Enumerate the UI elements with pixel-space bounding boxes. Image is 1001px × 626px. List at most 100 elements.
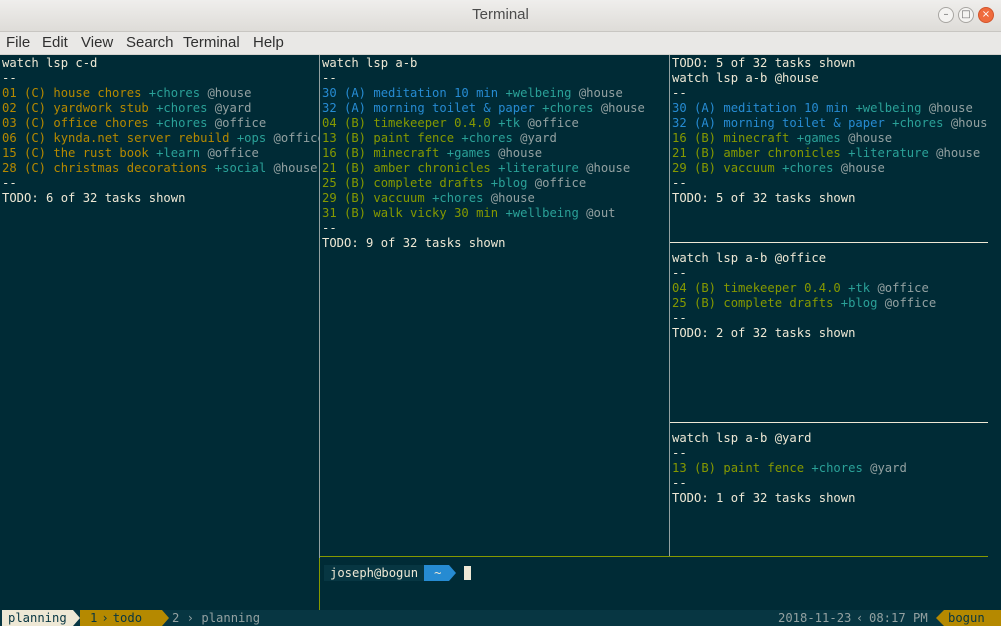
status-time: 08:17 PM: [869, 611, 928, 625]
task-project: +chores: [432, 191, 491, 205]
status-window-active[interactable]: 1 › todo: [80, 610, 162, 626]
pane-command: watch lsp a-b @office: [672, 251, 827, 265]
text-cursor[interactable]: [464, 566, 472, 580]
task-text: 15 (C) the rust book: [2, 146, 157, 160]
task-context: @office: [877, 281, 929, 295]
task-line: 30 (A) meditation 10 min +welbeing @hous…: [670, 101, 988, 116]
task-text: 32 (A) morning toilet & paper: [672, 116, 893, 130]
task-line: 29 (B) vaccuum +chores @house: [670, 161, 988, 176]
task-text: 29 (B) vaccuum: [322, 191, 433, 205]
pane-ab[interactable]: watch lsp a-b -- 30 (A) meditation 10 mi…: [320, 56, 669, 556]
task-text: 28 (C) christmas decorations: [2, 161, 215, 175]
window-name: planning: [201, 611, 261, 625]
close-icon[interactable]: ×: [978, 7, 994, 23]
task-context: @yard: [214, 101, 252, 115]
task-text: 32 (A) morning toilet & paper: [322, 101, 543, 115]
task-list: 30 (A) meditation 10 min +welbeing @hous…: [320, 86, 669, 221]
powerline-arrow-icon: [936, 610, 944, 626]
task-text: 21 (B) amber chronicles: [322, 161, 499, 175]
pane-house[interactable]: TODO: 5 of 32 tasks shown watch lsp a-b …: [670, 56, 988, 242]
task-line: 31 (B) walk vicky 30 min +wellbeing @out: [320, 206, 669, 221]
task-project: +chores: [148, 86, 208, 100]
status-hostname: bogun: [944, 610, 1001, 626]
pane-rule: --: [322, 71, 337, 85]
prompt-user-host: joseph@bogun: [324, 565, 425, 581]
pane-rule: --: [672, 476, 687, 490]
task-context: @office: [884, 296, 937, 310]
pane-footer: TODO: 2 of 32 tasks shown: [672, 326, 856, 340]
pane-footer: TODO: 6 of 32 tasks shown: [2, 191, 186, 205]
task-project: +wellbeing: [505, 206, 587, 220]
pane-cd[interactable]: watch lsp c-d -- 01 (C) house chores +ch…: [0, 56, 319, 556]
task-context: @yard: [520, 131, 557, 145]
task-context: @house: [490, 191, 535, 205]
pane-footer: TODO: 5 of 32 tasks shown: [672, 191, 856, 205]
menu-help[interactable]: Help: [253, 34, 284, 51]
task-line: 13 (B) paint fence +chores @yard: [320, 131, 669, 146]
task-text: 29 (B) vaccuum: [672, 161, 783, 175]
maximize-icon[interactable]: □: [958, 7, 974, 23]
task-text: 30 (A) meditation 10 min: [672, 101, 856, 115]
task-text: 16 (B) minecraft: [672, 131, 797, 145]
menu-file[interactable]: File: [6, 34, 30, 51]
status-date: 2018-11-23: [778, 611, 852, 625]
task-line: 29 (B) vaccuum +chores @house: [320, 191, 669, 206]
pane-divider: [670, 242, 988, 243]
menu-bar: File Edit View Search Terminal Help: [0, 32, 1001, 55]
task-list: 04 (B) timekeeper 0.4.0 +tk @office 25 (B…: [670, 281, 988, 311]
shell-prompt[interactable]: joseph@bogun ~: [324, 565, 472, 581]
task-line: 16 (B) minecraft +games @house: [320, 146, 669, 161]
task-text: 02 (C) yardwork stub: [2, 101, 157, 115]
window-titlebar[interactable]: Terminal – □ ×: [0, 0, 1001, 32]
menu-view[interactable]: View: [81, 34, 113, 51]
pane-footer: TODO: 1 of 32 tasks shown: [672, 491, 856, 505]
pane-divider-active: [319, 558, 320, 610]
task-context: @house: [273, 161, 318, 175]
chevron-left-icon: ‹: [856, 611, 864, 625]
task-line: 30 (A) meditation 10 min +welbeing @hous…: [320, 86, 669, 101]
tmux-status-bar: planning 1 › todo 2 › planning 2018-11-23 …: [0, 610, 1001, 626]
chevron-right-icon: ›: [179, 611, 202, 625]
task-project: +literature: [498, 161, 587, 175]
menu-search[interactable]: Search: [126, 34, 174, 51]
task-context: @house: [928, 101, 973, 115]
prompt-directory: ~: [424, 565, 450, 581]
task-line: 06 (C) kynda.net server rebuild +ops @of…: [0, 131, 319, 146]
minimize-icon[interactable]: –: [938, 7, 954, 23]
task-text: 01 (C) house chores: [2, 86, 149, 100]
pane-rule: --: [672, 86, 687, 100]
pane-rule: --: [672, 266, 687, 280]
task-text: 04 (B) timekeeper 0.4.0: [672, 281, 849, 295]
task-list: 30 (A) meditation 10 min +welbeing @hous…: [670, 101, 988, 176]
task-context: @house: [600, 101, 645, 115]
task-context: @house: [586, 161, 631, 175]
task-text: 04 (B) timekeeper 0.4.0: [322, 116, 499, 130]
task-project: +literature: [848, 146, 937, 160]
task-project: +learn: [156, 146, 208, 160]
task-text: 13 (B) paint fence: [672, 461, 812, 475]
pane-rule: --: [672, 176, 687, 190]
task-project: +ops: [236, 131, 274, 145]
task-list: 13 (B) paint fence +chores @yard: [670, 461, 988, 476]
pane-yard[interactable]: watch lsp a-b @yard -- 13 (B) paint fenc…: [670, 431, 988, 555]
menu-terminal[interactable]: Terminal: [183, 34, 240, 51]
task-text: 13 (B) paint fence: [322, 131, 462, 145]
window-title: Terminal: [472, 6, 529, 23]
pane-rule: --: [322, 221, 337, 235]
pane-command: watch lsp c-d: [2, 56, 98, 70]
task-context: @house: [207, 86, 252, 100]
task-line: 25 (B) complete drafts +blog @office: [670, 296, 988, 311]
terminal-area[interactable]: watch lsp c-d -- 01 (C) house chores +ch…: [0, 55, 1001, 626]
status-window[interactable]: 2 › planning: [172, 610, 260, 626]
pane-office[interactable]: watch lsp a-b @office -- 04 (B) timekeep…: [670, 251, 988, 421]
task-text: 25 (B) complete drafts: [322, 176, 491, 190]
prompt-arrow-icon: [449, 565, 457, 581]
status-session[interactable]: planning: [2, 610, 73, 626]
task-context: @office: [214, 116, 267, 130]
pane-command: watch lsp a-b @house: [672, 71, 819, 85]
menu-edit[interactable]: Edit: [42, 34, 68, 51]
task-project: +welbeing: [855, 101, 929, 115]
task-line: 32 (A) morning toilet & paper +chores @h…: [670, 116, 988, 131]
pane-header: TODO: 5 of 32 tasks shown: [672, 56, 856, 70]
pane-command: watch lsp a-b @yard: [672, 431, 812, 445]
